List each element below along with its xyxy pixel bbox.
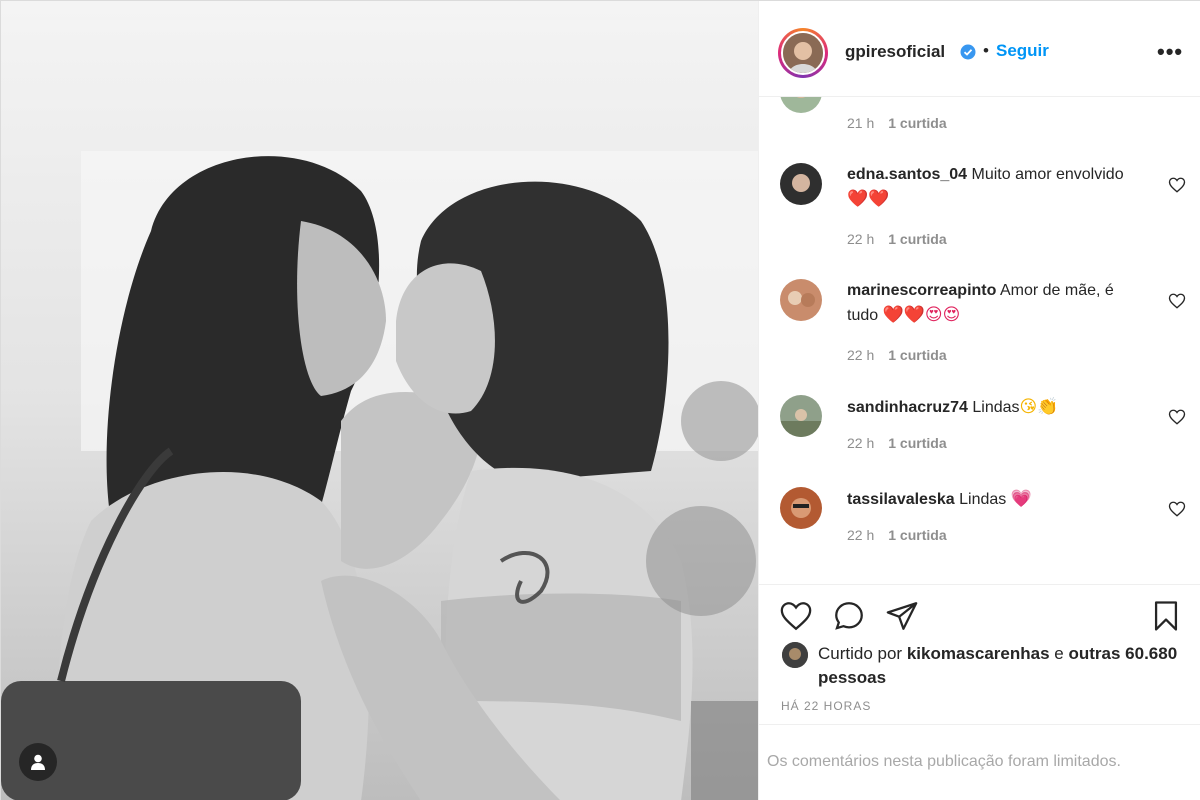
comment-likes[interactable]: 1 curtida bbox=[888, 231, 946, 247]
instagram-post: gpiresoficial • Seguir ••• 21 h 1 curtida bbox=[0, 0, 1200, 800]
comment-avatar[interactable] bbox=[780, 279, 822, 321]
comment-username[interactable]: edna.santos_04 bbox=[847, 166, 967, 183]
comment-bubble-icon[interactable] bbox=[832, 599, 866, 633]
more-options-icon[interactable]: ••• bbox=[1157, 39, 1183, 65]
comment-like-heart-icon[interactable] bbox=[1168, 176, 1186, 194]
comment-body: Lindas bbox=[972, 399, 1020, 416]
comment-meta: 22 h 1 curtida bbox=[847, 435, 947, 451]
paper-plane-icon[interactable] bbox=[885, 599, 919, 633]
avatar-image bbox=[783, 33, 823, 73]
comments-limited-notice: Os comentários nesta publicação foram li… bbox=[759, 724, 1200, 800]
comment-emoji: ❤️❤️😍😍 bbox=[882, 305, 961, 325]
comment-time: 22 h bbox=[847, 435, 875, 451]
comment-username[interactable]: marinescorreapinto bbox=[847, 282, 996, 299]
comment-likes[interactable]: 1 curtida bbox=[888, 527, 946, 543]
post-header: gpiresoficial • Seguir ••• bbox=[759, 1, 1200, 97]
tagged-users-button[interactable] bbox=[19, 743, 57, 781]
liked-by-conjunction: e bbox=[1054, 644, 1064, 663]
comment-likes[interactable]: 1 curtida bbox=[888, 115, 946, 131]
liked-by-username[interactable]: kikomascarenhas bbox=[907, 644, 1050, 663]
comment-like-heart-icon[interactable] bbox=[1168, 292, 1186, 310]
liked-by-prefix: Curtido por bbox=[818, 644, 903, 663]
post-timestamp[interactable]: HÁ 22 HORAS bbox=[781, 699, 871, 713]
verified-badge-icon bbox=[960, 44, 976, 60]
comments-limited-text: Os comentários nesta publicação foram li… bbox=[767, 753, 1121, 770]
comment-emoji: 😘👏 bbox=[1019, 397, 1059, 417]
comment-body: Muito amor envolvido bbox=[971, 166, 1124, 183]
liked-by-avatar[interactable] bbox=[782, 642, 808, 668]
comment-avatar[interactable] bbox=[780, 163, 822, 205]
post-actions: Curtido por kikomascarenhas e outras 60.… bbox=[759, 584, 1200, 724]
comment-like-heart-icon[interactable] bbox=[1168, 500, 1186, 518]
comment-avatar[interactable] bbox=[780, 395, 822, 437]
bookmark-icon[interactable] bbox=[1149, 599, 1183, 633]
separator-dot: • bbox=[983, 41, 989, 60]
comment-text: sandinhacruz74 Lindas😘👏 bbox=[847, 395, 1147, 420]
post-photo[interactable] bbox=[1, 1, 758, 800]
comment-avatar[interactable] bbox=[780, 97, 822, 113]
post-sidebar: gpiresoficial • Seguir ••• 21 h 1 curtida bbox=[758, 1, 1200, 800]
comment-time: 21 h bbox=[847, 115, 875, 131]
comment-emoji: 💗 bbox=[1010, 489, 1032, 509]
comments-list[interactable]: 21 h 1 curtida edna.santos_04 Muito amor … bbox=[759, 97, 1200, 584]
avatar[interactable] bbox=[778, 28, 828, 78]
comment-text: marinescorreapinto Amor de mãe, é tudo ❤… bbox=[847, 279, 1147, 328]
heart-icon[interactable] bbox=[779, 599, 813, 633]
comment-username[interactable]: sandinhacruz74 bbox=[847, 399, 968, 416]
photo-illustration bbox=[1, 1, 758, 800]
comment-meta: 22 h 1 curtida bbox=[847, 231, 947, 247]
comment-likes[interactable]: 1 curtida bbox=[888, 435, 946, 451]
comment-username[interactable]: tassilavaleska bbox=[847, 491, 955, 508]
comment-time: 22 h bbox=[847, 231, 875, 247]
follow-button[interactable]: Seguir bbox=[996, 41, 1049, 61]
post-author-username[interactable]: gpiresoficial bbox=[845, 42, 945, 62]
comment-text: tassilavaleska Lindas 💗 bbox=[847, 487, 1147, 512]
user-icon bbox=[31, 754, 45, 770]
liked-by-text: Curtido por kikomascarenhas e outras 60.… bbox=[818, 642, 1178, 690]
comment-avatar[interactable] bbox=[780, 487, 822, 529]
comment-body: Lindas bbox=[959, 491, 1007, 508]
comment-meta: 21 h 1 curtida bbox=[847, 115, 947, 131]
comment-time: 22 h bbox=[847, 527, 875, 543]
comment-meta: 22 h 1 curtida bbox=[847, 347, 947, 363]
comment-like-heart-icon[interactable] bbox=[1168, 408, 1186, 426]
comment-meta: 22 h 1 curtida bbox=[847, 527, 947, 543]
comment-emoji: ❤️❤️ bbox=[847, 189, 890, 209]
comment-text: edna.santos_04 Muito amor envolvido ❤️❤️ bbox=[847, 163, 1147, 212]
comment-time: 22 h bbox=[847, 347, 875, 363]
comment-likes[interactable]: 1 curtida bbox=[888, 347, 946, 363]
